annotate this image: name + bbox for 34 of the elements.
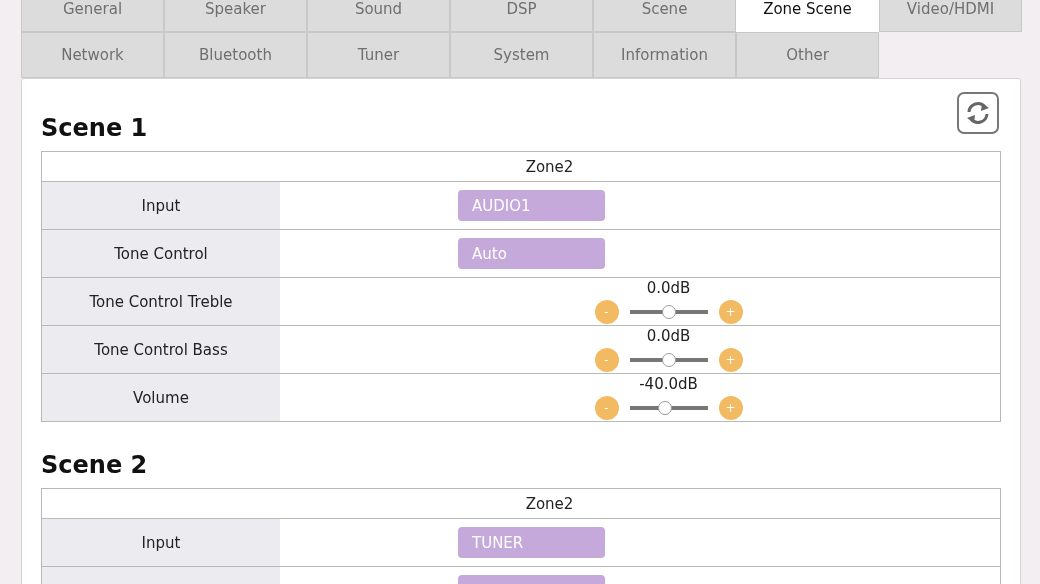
tab[interactable]: Sound [307,0,450,32]
row-label: Tone Control Bass [41,325,280,374]
slider-thumb[interactable] [661,353,676,367]
tab[interactable]: Scene [593,0,736,32]
tab[interactable]: General [21,0,164,32]
tab[interactable]: Speaker [164,0,307,32]
tab[interactable]: Bluetooth [164,32,307,78]
tab[interactable]: DSP [450,0,593,32]
slider-reading: -40.0dB [639,375,698,393]
tab[interactable]: Video/HDMI [879,0,1022,32]
row-label: Input [41,181,280,230]
select-button[interactable]: TUNER [458,527,605,558]
slider-reading: 0.0dB [646,327,691,345]
select-button[interactable]: AUDIO1 [458,190,605,221]
select-button[interactable]: Auto [458,238,605,269]
tab[interactable]: Zone Scene [736,0,879,32]
tab[interactable]: Information [593,32,736,78]
refresh-icon [965,100,991,126]
row-label: Tone Control [41,229,280,278]
tab[interactable]: Other [736,32,879,78]
slider-reading: 0.0dB [646,279,691,297]
zone-header: Zone2 [41,488,1001,519]
row-label: Tone Control Treble [41,277,280,326]
slider-thumb[interactable] [657,401,672,415]
row-label: Input [41,518,280,567]
row-label: Volume [41,373,280,422]
refresh-button[interactable] [957,92,999,134]
scene-title: Scene 2 [41,450,149,480]
slider-thumb[interactable] [661,305,676,319]
zone-header: Zone2 [41,151,1001,182]
tab[interactable]: Tuner [307,32,450,78]
tab[interactable]: Network [21,32,164,78]
tab[interactable]: System [450,32,593,78]
scene-title: Scene 1 [41,113,149,143]
